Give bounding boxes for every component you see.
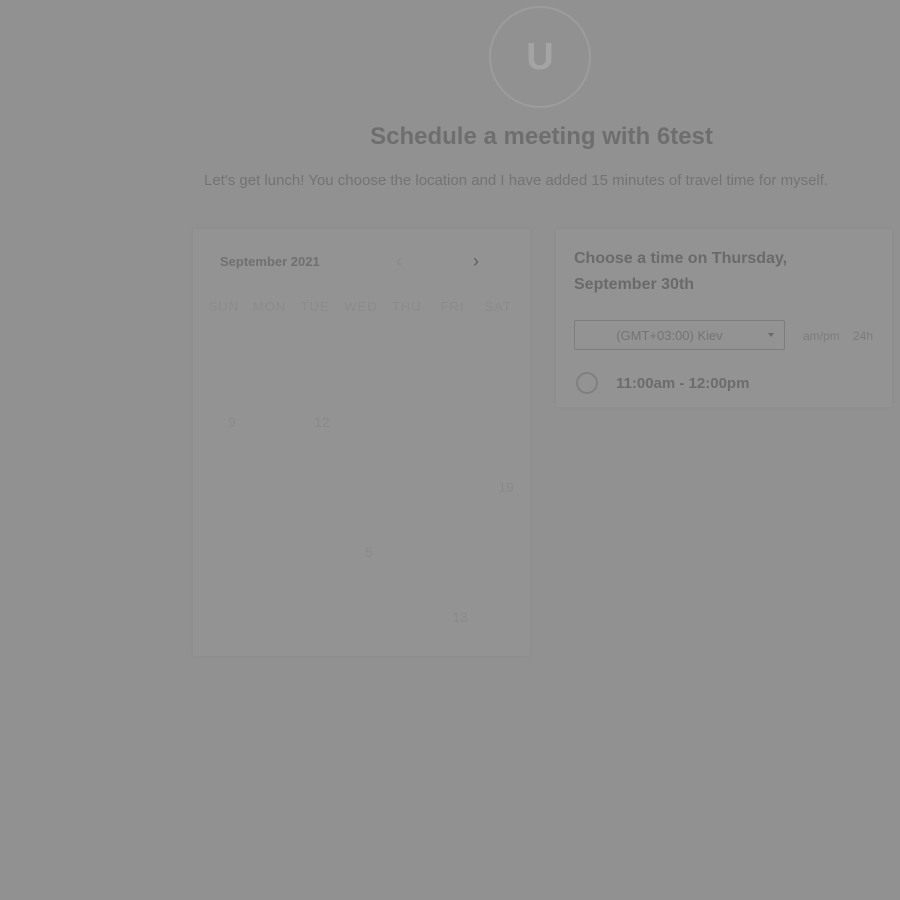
caret-down-icon — [768, 333, 774, 337]
weekday-fri: FRI — [440, 299, 465, 314]
avatar: U — [489, 6, 591, 108]
weekday-mon: MON — [252, 299, 287, 314]
weekday-thu: THU — [391, 299, 422, 314]
calendar-day-19[interactable]: 19 — [491, 479, 521, 495]
page-title: Schedule a meeting with 6test — [370, 123, 713, 150]
calendar-month-label: September 2021 — [220, 254, 320, 269]
calendar-day-13[interactable]: 13 — [445, 609, 475, 625]
weekday-wed: WED — [344, 299, 378, 314]
timezone-select[interactable]: (GMT+03:00) Kiev — [574, 320, 785, 350]
format-24h-toggle[interactable]: 24h — [853, 329, 873, 343]
calendar-day-5[interactable]: 5 — [354, 544, 384, 560]
calendar-day-12[interactable]: 12 — [307, 414, 337, 430]
weekday-sun: SUN — [208, 299, 240, 314]
format-ampm-toggle[interactable]: am/pm — [803, 329, 840, 343]
time-selection-panel: Choose a time on Thursday, September 30t… — [556, 229, 892, 407]
calendar-day-9[interactable]: 9 — [217, 414, 247, 430]
meeting-description: Let's get lunch! You choose the location… — [204, 172, 829, 189]
avatar-letter: U — [526, 35, 554, 78]
chevron-left-icon[interactable]: ‹ — [396, 251, 402, 272]
radio-icon[interactable] — [576, 372, 598, 394]
calendar: September 2021 ‹ › SUN MON TUE WED THU F… — [193, 229, 530, 656]
time-panel-title: Choose a time on Thursday, September 30t… — [574, 250, 788, 293]
weekday-tue: TUE — [300, 299, 330, 314]
time-slot[interactable]: 11:00am - 12:00pm — [576, 372, 749, 394]
timezone-value: (GMT+03:00) Kiev — [616, 327, 723, 343]
chevron-right-icon[interactable]: › — [473, 251, 479, 272]
weekday-header: SUN MON TUE WED THU FRI SAT — [201, 299, 521, 314]
weekday-sat: SAT — [484, 299, 512, 314]
time-slot-label: 11:00am - 12:00pm — [616, 374, 750, 392]
